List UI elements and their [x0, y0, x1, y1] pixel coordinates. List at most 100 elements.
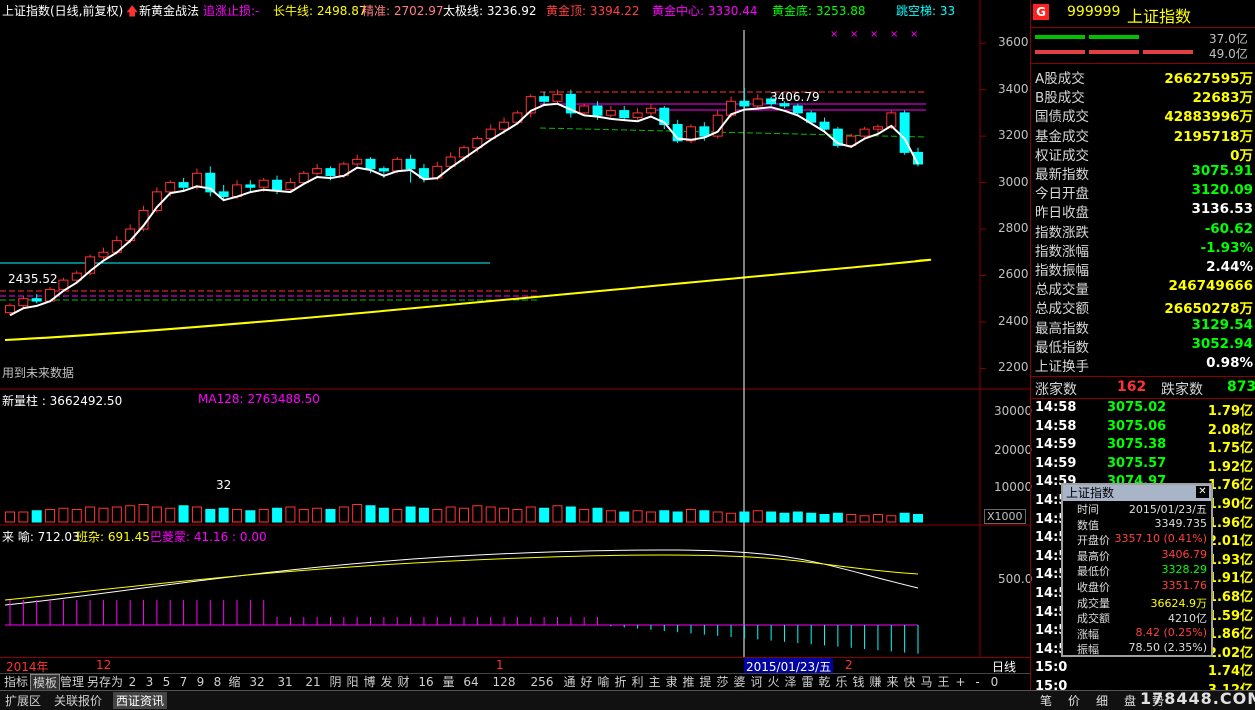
volume-bar: [472, 505, 483, 523]
toolbar-button[interactable]: 提: [697, 674, 714, 691]
candle-body: [859, 128, 870, 137]
toolbar-button[interactable]: 阳: [344, 674, 361, 691]
toolbar-button[interactable]: 21: [299, 674, 327, 691]
volume-bar: [232, 509, 242, 523]
bottom-tab[interactable]: 关联报价: [51, 692, 105, 709]
toolbar-button[interactable]: 博: [361, 674, 378, 691]
volume-bar: [432, 509, 443, 523]
toolbar-button[interactable]: 利: [629, 674, 646, 691]
stock-code: 999999: [1067, 4, 1121, 20]
volume-bar: [285, 506, 296, 523]
bottom-tab[interactable]: 西证资讯: [113, 692, 168, 709]
toolbar-button[interactable]: 隶: [663, 674, 680, 691]
volume-bar: [712, 511, 723, 523]
toolbar-button[interactable]: 2: [124, 674, 141, 691]
toolbar-button[interactable]: 管理: [58, 674, 86, 691]
tick-volume: 1.68亿: [1207, 590, 1253, 605]
candle-body: [632, 112, 643, 119]
toolbar-button[interactable]: 0: [986, 674, 1003, 691]
bottom-right-tab[interactable]: 笔: [1040, 692, 1052, 709]
popup-row: 成交额 4210亿: [1063, 610, 1211, 626]
popup-header[interactable]: 上证指数 ✕: [1063, 485, 1211, 501]
toolbar-button[interactable]: 婆: [731, 674, 748, 691]
popup-row-label: 时间: [1077, 503, 1099, 516]
toolbar-button[interactable]: 快: [901, 674, 918, 691]
toolbar-button[interactable]: 量: [440, 674, 457, 691]
toolbar-button[interactable]: 钱: [850, 674, 867, 691]
toolbar-button[interactable]: 缩: [226, 674, 243, 691]
toolbar-button[interactable]: 推: [680, 674, 697, 691]
bottom-right-tab[interactable]: 盘: [1124, 692, 1136, 709]
watermark: 178448.COM: [1140, 689, 1255, 708]
bottom-right-tab[interactable]: 价: [1068, 692, 1080, 709]
volume-bar: [165, 507, 176, 523]
toolbar-button[interactable]: 火: [765, 674, 782, 691]
toolbar-button[interactable]: 128: [485, 674, 523, 691]
quote-row-value: 2.44%: [1206, 259, 1253, 275]
toolbar-button[interactable]: 256: [523, 674, 561, 691]
popup-row-value: 3328.29: [1161, 563, 1208, 577]
close-icon[interactable]: ✕: [1196, 486, 1209, 498]
toolbar-button[interactable]: 阴: [327, 674, 344, 691]
volume-annotation: 32: [216, 478, 232, 492]
quote-row-label: B股成交: [1035, 90, 1085, 107]
toolbar-button[interactable]: 马: [918, 674, 935, 691]
toolbar-button[interactable]: 另存为: [86, 674, 124, 691]
volume-bar: [485, 506, 496, 523]
bottom-right-tab[interactable]: 细: [1096, 692, 1108, 709]
tick-volume: 2.08亿: [1207, 422, 1253, 438]
toolbar-button[interactable]: 喻: [595, 674, 612, 691]
toolbar-button[interactable]: 发: [378, 674, 395, 691]
candle-body: [579, 105, 590, 114]
toolbar-button[interactable]: 9: [192, 674, 209, 691]
toolbar-button[interactable]: 3: [141, 674, 158, 691]
toolbar-button[interactable]: 指标: [2, 674, 30, 691]
divider: [1031, 376, 1255, 377]
toolbar-button[interactable]: 乾: [816, 674, 833, 691]
toolbar-button[interactable]: 赚: [867, 674, 884, 691]
toolbar-button[interactable]: 诃: [748, 674, 765, 691]
volume-bar: [659, 510, 670, 523]
toolbar-button[interactable]: 31: [271, 674, 299, 691]
tick-row: 14:58 3075.06 2.08亿: [1033, 419, 1253, 438]
toolbar-button[interactable]: 7: [175, 674, 192, 691]
toolbar-button[interactable]: 5: [158, 674, 175, 691]
toolbar-button[interactable]: 主: [646, 674, 663, 691]
toolbar-button[interactable]: 来: [884, 674, 901, 691]
toolbar-button[interactable]: 雷: [799, 674, 816, 691]
volume-bar: [605, 510, 616, 523]
popup-row-value: 8.42 (0.25%): [1135, 625, 1207, 639]
volume-bar: [45, 509, 56, 523]
precise-label: 精准: 2702.97: [362, 4, 444, 18]
rise-label: 涨家数: [1035, 382, 1077, 398]
candle-body: [752, 98, 763, 107]
marker-x: ×: [910, 29, 918, 40]
indicator-name: 新黄金战法: [139, 4, 200, 18]
toolbar-button[interactable]: 8: [209, 674, 226, 691]
tick-row: 14:59 3075.57 1.92亿: [1033, 456, 1253, 475]
kline-chart-area[interactable]: × × × × × 上证指数(日线,前复权) 🡅 新黄金战法 追涨止损:- 长牛线: 2…: [0, 0, 1032, 690]
candle-body: [352, 158, 363, 165]
toolbar-button[interactable]: 财: [395, 674, 412, 691]
toolbar-button[interactable]: 折: [612, 674, 629, 691]
date-feb: 2: [845, 658, 853, 672]
tick-volume: 1.74亿: [1207, 664, 1253, 680]
toolbar-button[interactable]: 64: [457, 674, 485, 691]
toolbar-button[interactable]: 好: [578, 674, 595, 691]
volume-bar: [111, 506, 122, 523]
toolbar-button[interactable]: +: [952, 674, 969, 691]
quote-popup[interactable]: 上证指数 ✕ 时间 2015/01/23/五 数值 3349.735 开盘价 3357.1…: [1061, 483, 1213, 657]
function-toolbar: 指标 模板 管理 另存为 2 3 5 7 9 8 缩 32 31 21 阴阳博发财 16 量 64 128 256 通好…: [0, 673, 1030, 693]
popup-row-label: 最低价: [1077, 565, 1110, 579]
toolbar-button[interactable]: 王: [935, 674, 952, 691]
toolbar-button[interactable]: 乐: [833, 674, 850, 691]
toolbar-button[interactable]: 莎: [714, 674, 731, 691]
toolbar-button[interactable]: 32: [243, 674, 271, 691]
toolbar-button[interactable]: 通: [561, 674, 578, 691]
ind-header-a: 来 喻: 712.03: [2, 530, 80, 544]
volume-bar: [539, 507, 550, 523]
toolbar-button[interactable]: 16: [412, 674, 440, 691]
toolbar-button[interactable]: 泽: [782, 674, 799, 691]
bottom-tab[interactable]: 扩展区: [2, 692, 44, 709]
toolbar-button[interactable]: -: [969, 674, 986, 691]
